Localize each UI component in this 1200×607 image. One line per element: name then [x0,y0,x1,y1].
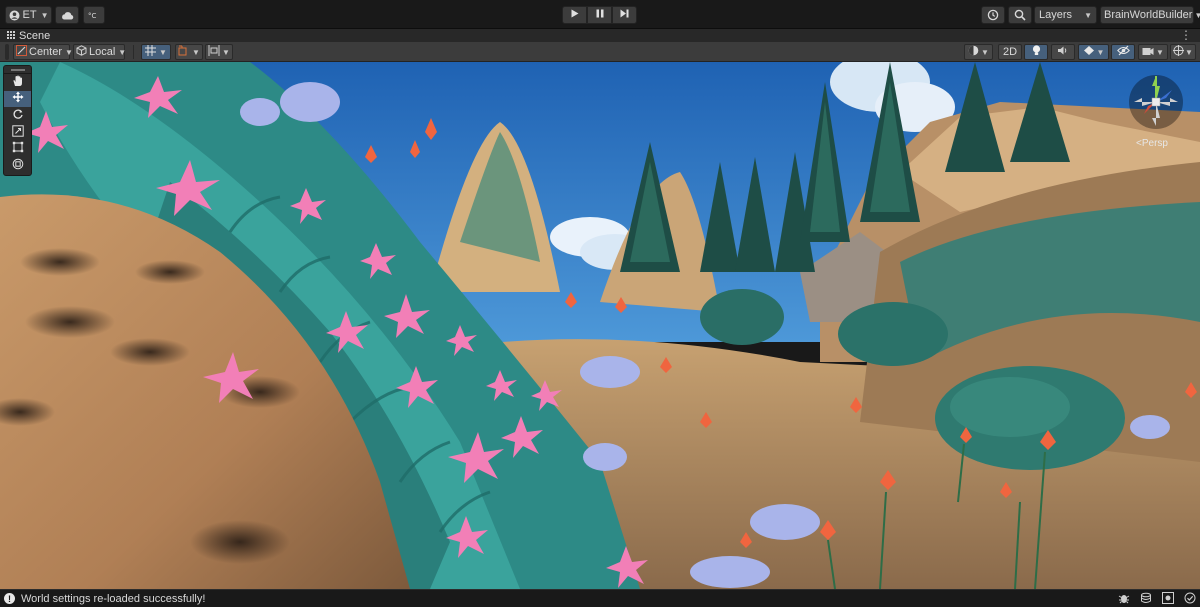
pivot-mode-dropdown[interactable]: Center ▼ [13,44,73,60]
tool-palette [3,65,32,176]
snap-increment-button[interactable]: ▼ [175,44,203,60]
visibility-toggle[interactable] [1111,44,1135,60]
grid-snap-icon [145,45,157,59]
chevron-down-icon: ▼ [159,47,167,57]
rect-transform-icon [12,141,24,156]
rect-tool[interactable] [4,140,31,157]
gizmos-dropdown[interactable]: ▼ [1170,44,1196,60]
cloud-button[interactable] [55,6,79,24]
pause-button[interactable] [587,6,612,24]
chevron-down-icon: ▼ [192,47,200,57]
gizmo-icon [1173,45,1185,59]
move-icon [12,91,24,106]
camera-icon [1142,46,1154,59]
collab-icon: °C [88,10,100,20]
account-icon [9,10,20,21]
hand-icon [12,75,24,90]
chevron-down-icon: ▼ [981,47,989,57]
layout-dropdown[interactable]: BrainWorldBuilder ▼ [1100,6,1200,24]
chevron-down-icon: ▼ [222,47,230,57]
collab-button[interactable]: °C [83,6,105,24]
scale-tool[interactable] [4,124,31,141]
transform-tool[interactable] [4,157,31,174]
divider [133,45,134,59]
cloud-icon [61,11,74,20]
scene-render [0,62,1200,589]
chevron-down-icon: ▼ [118,47,127,57]
scale-icon [11,124,24,140]
pivot-rotation-dropdown[interactable]: Local ▼ [73,44,127,60]
layers-label: Layers [1039,9,1073,21]
rotate-tool[interactable] [4,107,31,124]
chevron-down-icon: ▼ [1185,47,1193,57]
search-icon [1014,9,1026,21]
layers-dropdown[interactable]: Layers ▼ [1034,6,1097,24]
chevron-down-icon: ▼ [40,10,49,20]
search-button[interactable] [1008,6,1032,24]
camera-projection-label[interactable]: <Persp [1136,138,1168,149]
transform-icon [12,158,24,173]
tab-scene-label: Scene [19,29,51,42]
move-tool[interactable] [4,90,31,108]
scene-tab-bar: Scene ⋮ [0,29,1200,42]
cache-icon[interactable] [1140,592,1152,607]
pivot-center-icon [16,45,27,59]
camera-settings-dropdown[interactable]: ▼ [1138,44,1168,60]
account-label: ET [22,9,37,21]
scene-toolbar: Center ▼ Local ▼ ▼ ▼ ▼ ▼ 2D ▼ ▼ ▼ [0,42,1200,62]
network-icon[interactable] [1162,592,1174,607]
align-icon [208,45,220,59]
lightbulb-icon [1032,45,1041,59]
toggle-2d-button[interactable]: 2D [998,44,1022,60]
rotate-icon [12,108,24,123]
hand-tool[interactable] [4,74,31,91]
toolbar-grip [5,44,9,60]
cube-icon [76,45,87,59]
palette-handle[interactable] [4,66,31,74]
grid-snap-toggle[interactable]: ▼ [141,44,171,60]
toggle-2d-label: 2D [1002,46,1018,58]
snap-increment-icon [178,45,190,59]
scene-viewport[interactable] [0,62,1200,589]
tab-scene[interactable]: Scene [7,29,50,42]
pivot-rotation-label: Local [89,46,116,58]
step-button[interactable] [612,6,637,24]
history-icon [987,9,999,21]
chevron-down-icon: ▼ [1096,47,1105,57]
chevron-down-icon: ▼ [1084,10,1092,20]
play-button[interactable] [562,6,587,24]
main-toolbar: ET ▼ °C Layers ▼ BrainWorldBuilder ▼ [0,0,1200,29]
orientation-gizmo[interactable] [1120,72,1192,148]
account-dropdown[interactable]: ET ▼ [5,6,52,24]
audio-icon [1057,45,1069,59]
draw-mode-dropdown[interactable]: ▼ [964,44,993,60]
chevron-down-icon: ▼ [1156,47,1164,57]
align-button[interactable]: ▼ [205,44,233,60]
chevron-down-icon: ▼ [1194,10,1200,20]
pause-icon [596,9,604,21]
step-icon [620,9,629,21]
audio-toggle[interactable] [1051,44,1075,60]
svg-text:°C: °C [88,12,97,20]
history-button[interactable] [981,6,1005,24]
layout-label: BrainWorldBuilder [1104,9,1193,21]
status-icons [1118,592,1196,607]
eye-off-icon [1116,45,1130,59]
chevron-down-icon: ▼ [65,47,73,57]
bug-icon[interactable] [1118,592,1130,607]
effects-icon [1083,45,1095,59]
playmode-controls [562,6,637,24]
status-message[interactable]: World settings re-loaded successfully! [21,593,205,605]
effects-dropdown[interactable]: ▼ [1078,44,1109,60]
grid-icon [7,30,15,42]
shading-icon [968,45,979,59]
status-bar: ! World settings re-loaded successfully! [0,589,1200,607]
check-circle-icon[interactable] [1184,592,1196,607]
play-icon [571,9,579,21]
more-options-icon[interactable]: ⋮ [1180,29,1192,41]
pivot-mode-label: Center [29,46,63,58]
lighting-toggle[interactable] [1024,44,1048,60]
info-icon: ! [4,593,15,604]
